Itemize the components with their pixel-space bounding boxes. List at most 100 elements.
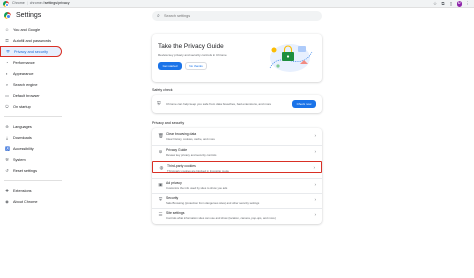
browser-icon: ▭ — [5, 92, 9, 98]
sidebar-item-system[interactable]: ⚒ System — [0, 154, 70, 165]
sidebar-item-label: Languages — [13, 124, 32, 129]
sidebar-item-appearance[interactable]: ◐ Appearance — [0, 68, 70, 79]
row-ad-privacy[interactable]: ▣ Ad privacy Customize the info used by … — [152, 178, 322, 190]
sidebar-item-search-engine[interactable]: ⌕ Search engine — [0, 79, 70, 90]
sidebar-item-privacy-and-security[interactable]: ⛨ Privacy and security — [0, 46, 62, 57]
sidebar-item-label: On startup — [13, 104, 31, 109]
sidebar-item-label: Reset settings — [13, 168, 38, 173]
row-privacy-guide[interactable]: ⊚ Privacy Guide Review key privacy and s… — [152, 145, 322, 157]
row-subtitle: Third-party cookies are blocked in Incog… — [167, 168, 229, 173]
more-menu-icon[interactable]: ⋮ — [465, 1, 470, 6]
row-title: Privacy Guide — [166, 148, 188, 152]
sidebar-item-accessibility[interactable]: ♿ Accessibility — [0, 143, 70, 154]
search-icon: ⌕ — [157, 12, 160, 19]
row-title: Security — [166, 196, 179, 200]
reset-icon: ↺ — [5, 167, 9, 173]
key-icon: ⚿ — [5, 37, 9, 43]
sidebar-item-reset-settings[interactable]: ↺ Reset settings — [0, 165, 70, 176]
sidebar-item-autofill[interactable]: ⚿ Autofill and passwords — [0, 35, 70, 46]
address-bar[interactable]: Chrome | chrome://settings/privacy — [12, 1, 70, 5]
privacy-guide-description: Review key privacy and security controls… — [158, 53, 227, 57]
chevron-right-icon: › — [314, 133, 317, 138]
wrench-icon: ⚒ — [5, 156, 9, 162]
privacy-guide-illustration — [269, 44, 313, 72]
privacy-guide-title: Take the Privacy Guide — [158, 43, 224, 50]
search-box[interactable]: ⌕ — [152, 11, 322, 21]
safety-check-text: Chrome can help keep you safe from data … — [166, 102, 272, 106]
row-subtitle: Customize the info used by sites to show… — [166, 185, 228, 190]
safety-check-label: Safety check — [152, 88, 173, 92]
sidebar-item-label: Downloads — [13, 135, 32, 140]
ad-icon: ▣ — [158, 182, 163, 187]
sidebar-item-label: Autofill and passwords — [13, 38, 51, 43]
sidepanel-icon[interactable]: ▯ — [449, 1, 454, 6]
palette-icon: ◐ — [5, 70, 9, 76]
trash-icon: 🗑 — [158, 133, 164, 138]
speed-icon: ◔ — [5, 59, 9, 65]
star-icon[interactable]: ☆ — [433, 1, 438, 6]
row-security[interactable]: ⛨ Security Safe Browsing (protection fro… — [152, 193, 322, 205]
settings-logo-icon — [4, 12, 12, 20]
row-title: Clear browsing data — [166, 132, 197, 136]
get-started-button[interactable]: Get started — [158, 62, 182, 70]
search-icon: ⌕ — [5, 81, 9, 87]
row-site-settings[interactable]: ☰ Site settings Controls what informatio… — [152, 208, 322, 220]
row-title: Third-party cookies — [167, 164, 196, 168]
sidebar-item-label: Accessibility — [13, 146, 34, 151]
sidebar-item-you-and-google[interactable]: ☺ You and Google — [0, 24, 70, 35]
chevron-right-icon: › — [314, 149, 317, 154]
browser-toolbar: Chrome | chrome://settings/privacy ☆ ⧉ ▯… — [0, 0, 474, 8]
shield-check-icon: ⛨ — [157, 101, 161, 107]
sidebar-item-label: You and Google — [13, 27, 41, 32]
check-now-button[interactable]: Check now — [292, 100, 316, 108]
sidebar-item-default-browser[interactable]: ▭ Default browser — [0, 90, 70, 101]
row-subtitle: Safe Browsing (protection from dangerous… — [166, 200, 260, 205]
url-path: settings/privacy — [44, 1, 70, 5]
accessibility-icon: ♿ — [5, 145, 10, 151]
sidebar-item-about-chrome[interactable]: ◉ About Chrome — [0, 196, 70, 207]
download-icon: ⤓ — [6, 134, 8, 140]
sidebar-divider — [4, 116, 62, 117]
sidebar-divider — [4, 180, 62, 181]
chrome-icon: ◉ — [5, 198, 9, 204]
globe-icon: ⊕ — [5, 123, 9, 129]
person-icon: ☺ — [5, 26, 10, 32]
sidebar-item-downloads[interactable]: ⤓ Downloads — [0, 132, 70, 143]
cookie-icon: ◍ — [159, 165, 164, 170]
row-title: Ad privacy — [166, 181, 182, 185]
site-label: Chrome — [12, 1, 25, 5]
url-host: chrome:// — [29, 1, 45, 5]
row-subtitle: Review key privacy and security controls — [166, 152, 217, 157]
settings-header: Settings ⌕ — [0, 8, 474, 28]
sidebar-item-label: Extensions — [13, 188, 32, 193]
sidebar-item-on-startup[interactable]: ⏻ On startup — [0, 101, 70, 112]
row-clear-browsing-data[interactable]: 🗑 Clear browsing data Clear history, coo… — [152, 130, 322, 142]
sliders-icon: ☰ — [158, 212, 163, 217]
sidebar-item-label: System — [13, 157, 26, 162]
privacy-security-card: 🗑 Clear browsing data Clear history, coo… — [152, 128, 322, 224]
search-input[interactable] — [164, 11, 314, 21]
sidebar-item-extensions[interactable]: ✚ Extensions — [0, 185, 70, 196]
compass-icon: ⊚ — [158, 149, 163, 154]
profile-avatar[interactable]: U — [456, 1, 462, 7]
sidebar-item-label: Performance — [13, 60, 35, 65]
no-thanks-button[interactable]: No thanks — [185, 62, 207, 70]
chevron-right-icon: › — [314, 182, 317, 187]
sidebar-item-label: Default browser — [13, 93, 40, 98]
extensions-icon[interactable]: ⧉ — [441, 1, 446, 6]
row-title: Site settings — [166, 211, 185, 215]
sidebar-item-languages[interactable]: ⊕ Languages — [0, 121, 70, 132]
power-icon: ⏻ — [5, 103, 9, 109]
sidebar-item-label: Appearance — [13, 71, 34, 76]
row-subtitle: Clear history, cookies, cache, and more — [166, 136, 215, 141]
chevron-right-icon: › — [314, 197, 317, 202]
chevron-right-icon: › — [313, 165, 316, 170]
shield-icon: ⛨ — [158, 197, 163, 202]
page-title: Settings — [16, 12, 42, 19]
privacy-section-label: Privacy and security — [152, 121, 185, 125]
row-third-party-cookies[interactable]: ◍ Third-party cookies Third-party cookie… — [152, 161, 322, 173]
chevron-right-icon: › — [314, 212, 317, 217]
toolbar-icons: ☆ ⧉ ▯ U ⋮ — [433, 1, 471, 7]
puzzle-icon: ✚ — [5, 187, 9, 193]
sidebar-item-performance[interactable]: ◔ Performance — [0, 57, 70, 68]
